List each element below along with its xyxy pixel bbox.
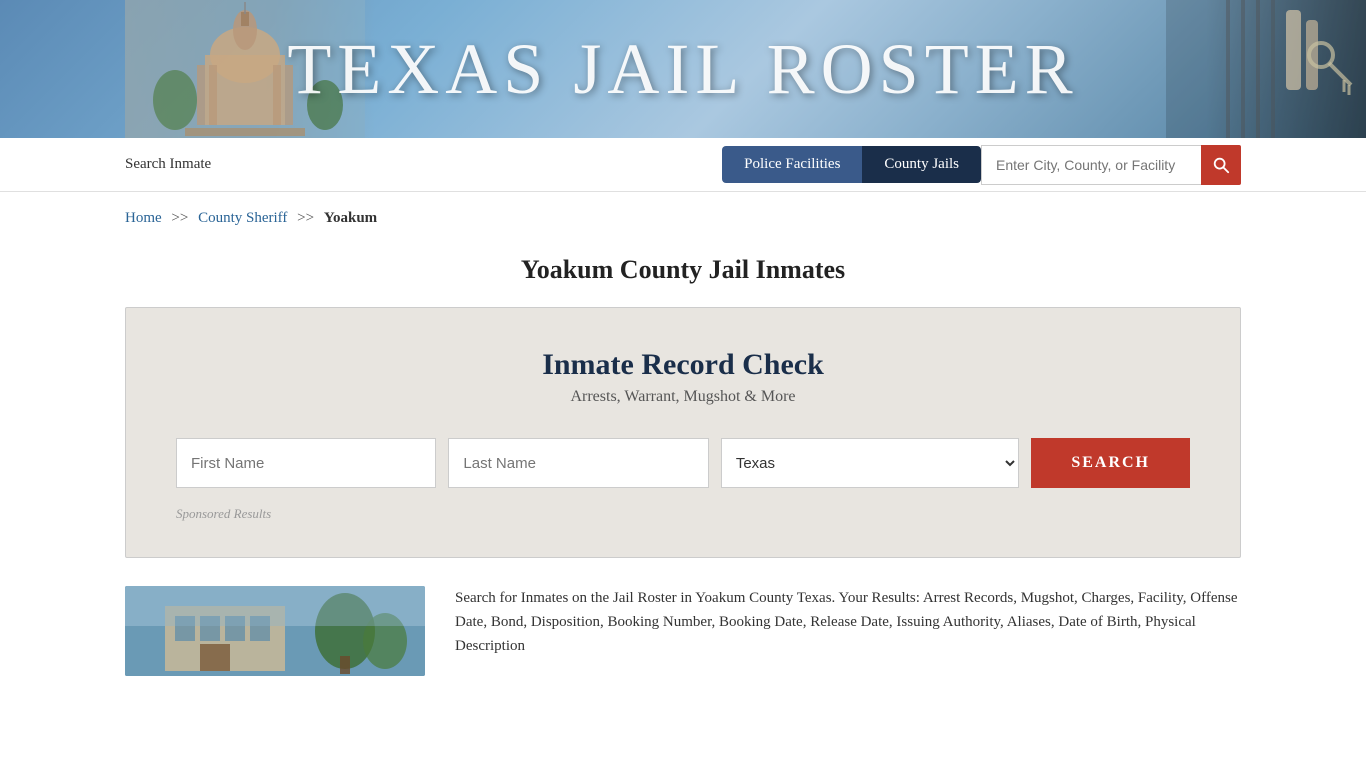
building-image (125, 586, 425, 676)
facility-search-input[interactable] (981, 145, 1201, 185)
record-check-box: Inmate Record Check Arrests, Warrant, Mu… (125, 307, 1241, 558)
record-check-form: AlabamaAlaskaArizonaArkansasCaliforniaCo… (176, 438, 1190, 488)
breadcrumb-sep-2: >> (297, 210, 314, 226)
breadcrumb-current: Yoakum (324, 210, 377, 226)
breadcrumb: Home >> County Sheriff >> Yoakum (0, 192, 1366, 237)
record-search-button[interactable]: SEARCH (1031, 438, 1190, 488)
header-banner: Texas Jail Roster (0, 0, 1366, 138)
nav-bar: Search Inmate Police Facilities County J… (0, 138, 1366, 192)
state-select[interactable]: AlabamaAlaskaArizonaArkansasCaliforniaCo… (721, 438, 1020, 488)
breadcrumb-county-sheriff-link[interactable]: County Sheriff (198, 210, 287, 226)
nav-right: Police Facilities County Jails (722, 145, 1241, 185)
breadcrumb-sep-1: >> (171, 210, 188, 226)
sponsored-label: Sponsored Results (176, 506, 1190, 522)
bottom-section: Search for Inmates on the Jail Roster in… (0, 586, 1366, 676)
record-check-subtitle: Arrests, Warrant, Mugshot & More (176, 388, 1190, 406)
county-jails-button[interactable]: County Jails (862, 146, 981, 183)
page-title-section: Yoakum County Jail Inmates (0, 237, 1366, 307)
first-name-input[interactable] (176, 438, 436, 488)
site-title: Texas Jail Roster (287, 28, 1078, 111)
page-title: Yoakum County Jail Inmates (0, 255, 1366, 285)
bottom-image (125, 586, 425, 676)
search-icon (1212, 156, 1230, 174)
keys-decoration (1166, 0, 1366, 138)
breadcrumb-home-link[interactable]: Home (125, 210, 162, 226)
police-facilities-button[interactable]: Police Facilities (722, 146, 862, 183)
record-check-title: Inmate Record Check (176, 348, 1190, 382)
facility-search-button[interactable] (1201, 145, 1241, 185)
nav-search-label: Search Inmate (125, 156, 211, 173)
last-name-input[interactable] (448, 438, 708, 488)
bottom-description: Search for Inmates on the Jail Roster in… (455, 586, 1241, 658)
